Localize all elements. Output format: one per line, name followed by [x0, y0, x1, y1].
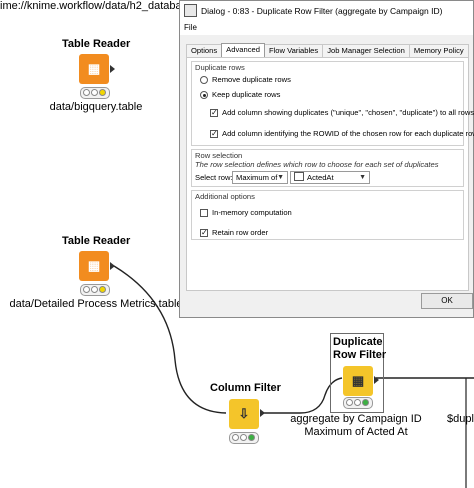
duplicate-filter-icon: ▦ — [351, 373, 365, 388]
node-title-table-reader-2: Table Reader — [62, 235, 131, 247]
dialog-app-icon — [184, 4, 197, 18]
row-selection-hint: The row selection defines which row to c… — [195, 160, 439, 169]
status-light-yellow-icon — [99, 286, 106, 293]
status-light-off-icon — [240, 434, 247, 441]
keep-duplicates-label[interactable]: Keep duplicate rows — [212, 90, 280, 100]
status-light-off-icon — [83, 286, 90, 293]
ok-button[interactable]: OK — [421, 293, 473, 309]
tab-flow-variables[interactable]: Flow Variables — [263, 44, 324, 58]
output-port-icon[interactable] — [110, 262, 115, 270]
add-duplicate-column-label[interactable]: Add column showing duplicates ("unique",… — [222, 108, 474, 118]
select-row-label: Select row: — [195, 173, 233, 182]
add-rowid-column-label[interactable]: Add column identifying the ROWID of the … — [222, 129, 474, 139]
node-title-table-reader-1: Table Reader — [62, 38, 131, 50]
node-title-line1: Duplicate — [333, 336, 383, 348]
retain-row-order-checkbox[interactable]: ✓ — [200, 229, 208, 237]
status-light-off-icon — [91, 286, 98, 293]
row-selection-group: Row selection The row selection defines … — [191, 149, 464, 187]
node-title-duplicate-row-filter: Duplicate Row Filter — [333, 336, 387, 362]
node-status-traffic-light — [80, 87, 110, 99]
chevron-down-icon: ▼ — [359, 174, 366, 181]
chevron-down-icon: ▼ — [277, 174, 284, 181]
duplicate-rows-group: Duplicate rows Remove duplicate rows Kee… — [191, 61, 474, 146]
select-column-value: ActedAt — [307, 173, 334, 182]
table-reader-node-1[interactable]: ▦ — [79, 54, 109, 84]
dialog-tabs: Options Advanced Flow Variables Job Mana… — [186, 43, 469, 58]
duplicate-rows-title: Duplicate rows — [195, 63, 245, 72]
add-duplicate-column-checkbox[interactable]: ✓ — [210, 109, 218, 117]
duplicate-row-filter-node[interactable]: ▦ — [343, 366, 373, 396]
retain-row-order-label[interactable]: Retain row order — [212, 228, 268, 238]
table-reader-node-2[interactable]: ▦ — [79, 251, 109, 281]
output-port-icon[interactable] — [374, 376, 379, 384]
dialog-title: Dialog - 0:83 - Duplicate Row Filter (ag… — [201, 6, 443, 16]
tab-memory-policy[interactable]: Memory Policy — [408, 44, 469, 58]
advanced-tab-panel: Duplicate rows Remove duplicate rows Kee… — [186, 57, 474, 291]
menu-file[interactable]: File — [184, 23, 197, 32]
status-light-off-icon — [232, 434, 239, 441]
tab-advanced[interactable]: Advanced — [221, 43, 265, 58]
node-title-line2: Row Filter — [333, 349, 387, 361]
node-label-partial: $dupli — [447, 413, 474, 425]
row-selection-title: Row selection — [195, 151, 243, 160]
status-light-off-icon — [346, 399, 353, 406]
status-light-yellow-icon — [99, 89, 106, 96]
status-light-green-icon — [248, 434, 255, 441]
duplicate-row-filter-dialog: Dialog - 0:83 - Duplicate Row Filter (ag… — [179, 0, 474, 318]
node-label-line2: Maximum of Acted At — [304, 426, 408, 438]
node-label-aggregate: aggregate by Campaign ID Maximum of Acte… — [283, 413, 429, 439]
select-method-value: Maximum of — [236, 173, 278, 182]
node-title-column-filter: Column Filter — [210, 382, 281, 394]
date-column-icon — [294, 172, 304, 181]
table-reader-icon: ▦ — [87, 61, 101, 76]
tab-options[interactable]: Options — [186, 44, 223, 58]
node-label-bigquery: data/bigquery.table — [49, 101, 143, 113]
status-light-off-icon — [91, 89, 98, 96]
status-light-off-icon — [83, 89, 90, 96]
keep-duplicates-radio[interactable] — [200, 91, 208, 99]
additional-options-title: Additional options — [195, 192, 255, 201]
output-port-icon[interactable] — [260, 409, 265, 417]
select-column-dropdown[interactable]: ActedAt ▼ — [290, 171, 370, 184]
in-memory-checkbox[interactable] — [200, 209, 208, 217]
node-label-line1: aggregate by Campaign ID — [290, 413, 422, 425]
additional-options-group: Additional options In-memory computation… — [191, 190, 464, 240]
node-label-process-metrics: data/Detailed Process Metrics.table — [9, 298, 183, 310]
remove-duplicates-label[interactable]: Remove duplicate rows — [212, 75, 291, 85]
dialog-menu-bar: File — [180, 21, 473, 35]
remove-duplicates-radio[interactable] — [200, 76, 208, 84]
node-status-traffic-light — [80, 284, 110, 296]
node-status-traffic-light — [343, 397, 373, 409]
status-light-green-icon — [362, 399, 369, 406]
add-rowid-column-checkbox[interactable]: ✓ — [210, 130, 218, 138]
in-memory-label[interactable]: In-memory computation — [212, 208, 292, 218]
select-method-dropdown[interactable]: Maximum of ▼ — [232, 171, 288, 184]
node-status-traffic-light — [229, 432, 259, 444]
dialog-title-bar[interactable]: Dialog - 0:83 - Duplicate Row Filter (ag… — [180, 1, 473, 21]
status-light-off-icon — [354, 399, 361, 406]
table-reader-icon: ▦ — [87, 258, 101, 273]
output-port-icon[interactable] — [110, 65, 115, 73]
column-filter-node[interactable]: ⇩ — [229, 399, 259, 429]
column-filter-icon: ⇩ — [238, 406, 250, 421]
tab-job-manager-selection[interactable]: Job Manager Selection — [322, 44, 410, 58]
